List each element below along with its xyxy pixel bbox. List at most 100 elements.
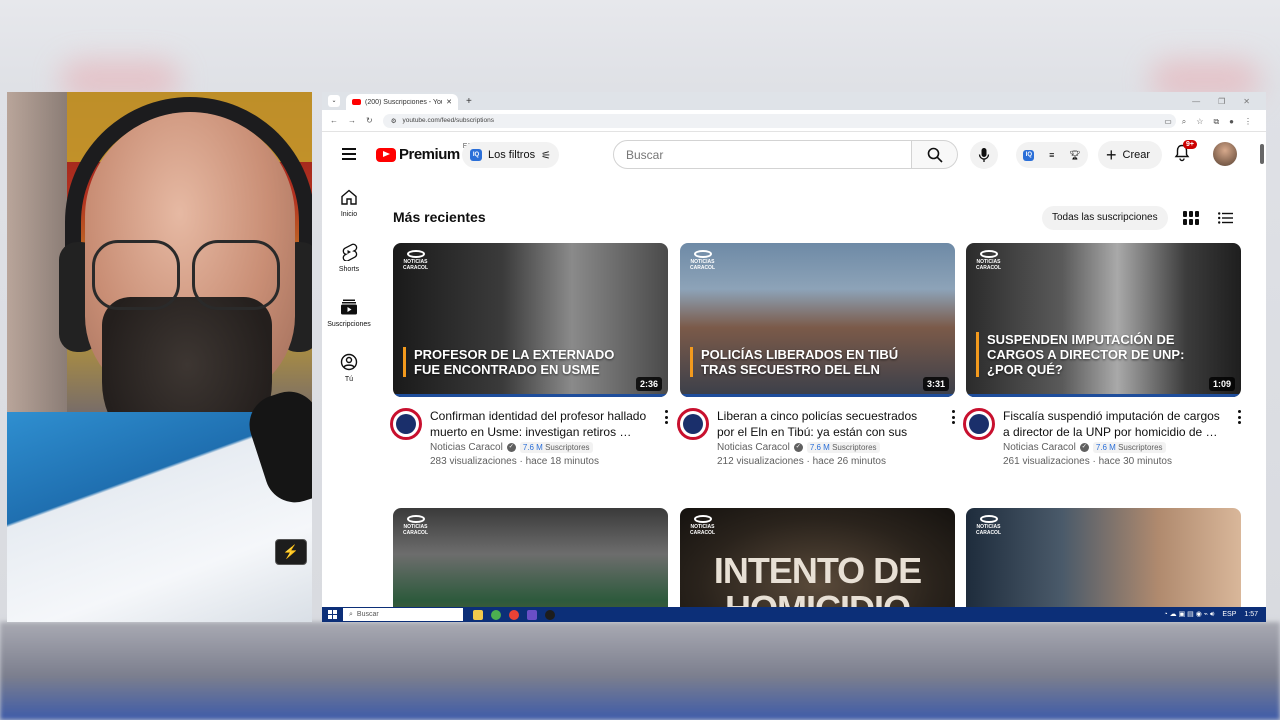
trophy-icon[interactable]: 🏆︎ [1069, 150, 1080, 161]
zoom-icon[interactable]: ⌕ [1182, 117, 1186, 127]
app-icon[interactable] [527, 609, 537, 620]
search-button[interactable] [912, 140, 958, 169]
iq-extension-icon: IQ [470, 149, 482, 161]
video-card[interactable]: NOTICIAS CARACOL Profesor de la externado… [390, 243, 668, 467]
windows-taskbar: ⌕ Buscar ◔ ☁ ▣ ▤ ◉ ⌁ 🔊︎ ESP 1:57 [322, 607, 1266, 622]
video-duration: 3:31 [922, 377, 949, 391]
language-indicator[interactable]: ESP [1222, 611, 1236, 618]
tab-search-button[interactable]: ⌄ [328, 95, 340, 107]
channel-avatar[interactable] [390, 408, 422, 440]
youtube-play-icon [376, 147, 396, 162]
youtube-header: Premium ES IQ Los filtros ⚟ Buscar IQ ≡ … [322, 132, 1266, 176]
video-title[interactable]: Confirman identidad del profesor hallado… [430, 408, 668, 440]
caracol-watermark-icon: NOTICIAS CARACOL [690, 515, 715, 536]
iq-extension-icon: IQ [1023, 149, 1035, 161]
video-stats: 261 visualizaciones · hace 30 minutos [1003, 456, 1172, 467]
video-card[interactable]: NOTICIAS CARACOL Policías liberados en Ti… [677, 243, 955, 467]
clock[interactable]: 1:57 [1244, 611, 1258, 618]
browser-menu-icon[interactable]: ⋮ [1244, 117, 1252, 127]
more-options-icon[interactable] [1237, 410, 1241, 424]
filters-button[interactable]: IQ Los filtros ⚟ [462, 142, 559, 168]
menu-icon[interactable] [342, 148, 356, 160]
channel-avatar[interactable] [677, 408, 709, 440]
notification-badge: 9+ [1183, 140, 1197, 149]
tray-icons[interactable]: ◔ ☁ ▣ ▤ ◉ ⌁ 🔊︎ [1164, 610, 1215, 619]
video-stats: 212 visualizaciones · hace 26 minutos [717, 456, 886, 467]
search-input[interactable]: Buscar [613, 140, 912, 169]
video-thumbnail[interactable]: NOTICIAS CARACOL Policías liberados en Ti… [680, 243, 955, 397]
profile-icon[interactable]: ● [1229, 117, 1234, 127]
shorts-icon [342, 243, 358, 261]
video-title[interactable]: Liberan a cinco policías secuestrados po… [717, 408, 955, 440]
video-duration: 2:36 [635, 377, 662, 391]
mini-sidebar: Inicio Shorts Suscripciones Tú [322, 182, 376, 402]
all-subscriptions-button[interactable]: Todas las suscripciones [1042, 206, 1168, 230]
video-thumbnail[interactable]: NOTICIAS CARACOL Intento de homicidio [680, 508, 955, 622]
url-field[interactable]: ⚙ youtube.com/feed/subscriptions [382, 113, 1176, 128]
scrollbar[interactable] [1260, 144, 1264, 164]
video-thumbnail[interactable]: NOTICIAS CARACOL [966, 508, 1241, 622]
watch-progress-bar [680, 394, 955, 397]
subscriber-badge: 7.6 M Suscriptores [519, 442, 593, 453]
close-window-button[interactable]: ✕ [1243, 97, 1250, 106]
windows-start-icon[interactable] [328, 610, 337, 619]
browser-window: ⌄ (200) Suscripciones - YouTube ✕ + — ❐ … [322, 92, 1266, 622]
forward-icon[interactable]: → [348, 116, 356, 125]
list-icon[interactable]: ≡ [1049, 150, 1054, 160]
caracol-watermark-icon: NOTICIAS CARACOL [976, 515, 1001, 536]
subscriptions-icon [341, 299, 357, 315]
chrome-icon[interactable] [491, 609, 501, 620]
video-duration: 1:09 [1208, 377, 1235, 391]
site-info-icon[interactable]: ⚙ [391, 117, 397, 125]
account-avatar[interactable] [1213, 142, 1237, 166]
video-thumbnail[interactable]: NOTICIAS CARACOL Profesor de la externado… [393, 243, 668, 397]
minimize-button[interactable]: — [1192, 97, 1200, 106]
home-icon [341, 189, 357, 205]
sidebar-item-tu[interactable]: Tú [322, 347, 376, 402]
file-explorer-icon[interactable] [473, 609, 483, 620]
video-card[interactable]: NOTICIAS CARACOL [966, 508, 1241, 622]
channel-name[interactable]: Noticias Caracol [430, 442, 503, 453]
channel-name[interactable]: Noticias Caracol [1003, 442, 1076, 453]
sidebar-item-inicio[interactable]: Inicio [322, 182, 376, 237]
app-icon[interactable] [545, 609, 555, 620]
chrome-icon[interactable] [509, 609, 519, 620]
voice-search-button[interactable] [970, 141, 998, 169]
sidebar-item-shorts[interactable]: Shorts [322, 237, 376, 292]
sliders-icon: ⚟ [541, 149, 551, 162]
video-card[interactable]: NOTICIAS CARACOL Intento de homicidio [680, 508, 955, 622]
search-icon [927, 147, 943, 163]
video-title[interactable]: Fiscalía suspendió imputación de cargos … [1003, 408, 1241, 440]
caracol-watermark-icon: NOTICIAS CARACOL [690, 250, 715, 271]
channel-avatar[interactable] [963, 408, 995, 440]
cast-icon[interactable]: ▭ [1164, 117, 1172, 127]
notifications-button[interactable]: 9+ [1174, 140, 1197, 164]
reload-icon[interactable]: ↻ [366, 116, 373, 125]
channel-name[interactable]: Noticias Caracol [717, 442, 790, 453]
bookmark-star-icon[interactable]: ☆ [1196, 117, 1203, 127]
video-thumbnail[interactable]: NOTICIAS CARACOL [393, 508, 668, 622]
extension-pill[interactable]: IQ ≡ 🏆︎ [1016, 142, 1088, 168]
search-icon: ⌕ [349, 610, 353, 618]
youtube-favicon [352, 99, 361, 105]
list-view-icon[interactable] [1218, 212, 1233, 224]
sidebar-item-suscripciones[interactable]: Suscripciones [322, 292, 376, 347]
tab-title: (200) Suscripciones - YouTube [365, 98, 442, 106]
grid-view-icon[interactable] [1183, 211, 1199, 225]
more-options-icon[interactable] [664, 410, 668, 424]
new-tab-button[interactable]: + [466, 96, 472, 107]
back-icon[interactable]: ← [330, 116, 338, 125]
microphone-icon [978, 148, 990, 162]
taskbar-search[interactable]: ⌕ Buscar [343, 608, 463, 621]
thumbnail-caption: Policías liberados en Tibú tras secuestr… [690, 347, 915, 377]
more-options-icon[interactable] [951, 410, 955, 424]
video-card[interactable]: NOTICIAS CARACOL Suspenden imputación de … [963, 243, 1241, 467]
close-tab-icon[interactable]: ✕ [446, 98, 452, 106]
extensions-icon[interactable]: ⧉ [1213, 117, 1219, 127]
youtube-logo[interactable]: Premium ES [376, 143, 472, 163]
tab-subscriptions[interactable]: (200) Suscripciones - YouTube ✕ [346, 94, 458, 110]
video-thumbnail[interactable]: NOTICIAS CARACOL Suspenden imputación de … [966, 243, 1241, 397]
video-card[interactable]: NOTICIAS CARACOL [393, 508, 668, 622]
restore-button[interactable]: ❐ [1218, 97, 1225, 106]
create-button[interactable]: + Crear [1098, 141, 1163, 169]
